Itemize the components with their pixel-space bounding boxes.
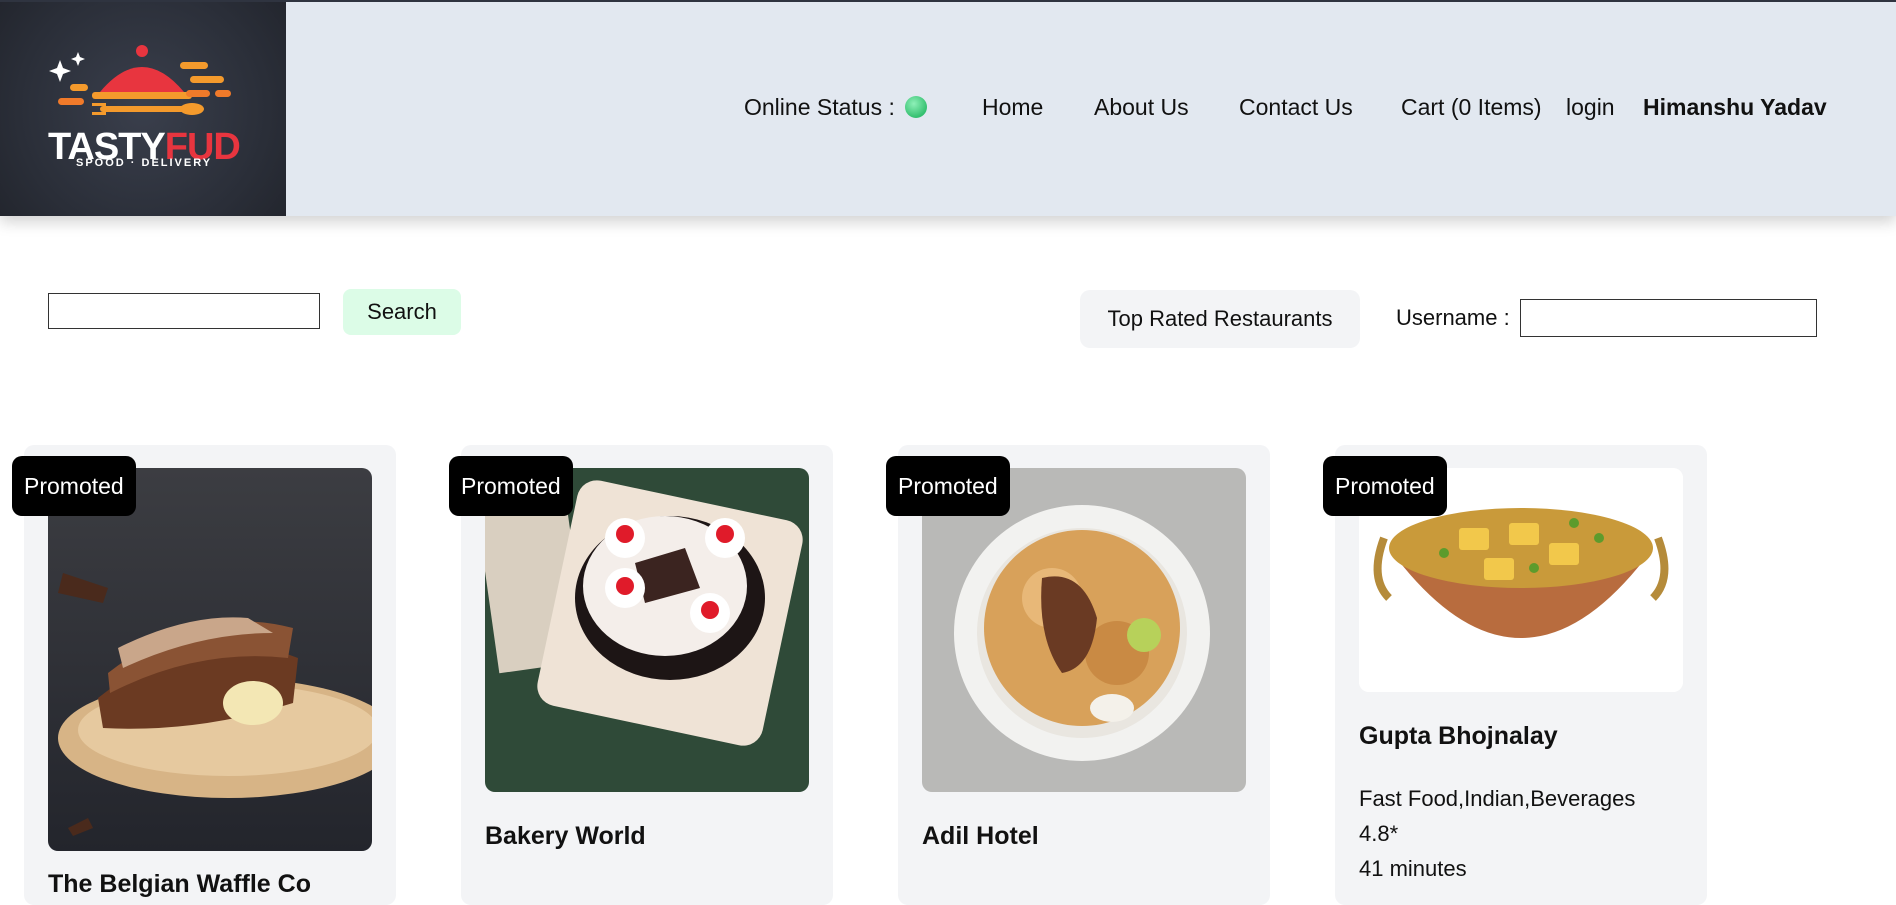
- nav-contact-link[interactable]: Contact Us: [1239, 94, 1353, 130]
- nav-login-button[interactable]: login: [1566, 94, 1615, 130]
- search-button[interactable]: Search: [343, 289, 461, 335]
- top-rated-restaurants-button[interactable]: Top Rated Restaurants: [1080, 290, 1360, 348]
- restaurant-name: Bakery World: [485, 822, 646, 850]
- biryani-plate-photo: [922, 468, 1246, 792]
- brand-tagline: SPOOD · DELIVERY: [76, 157, 213, 169]
- promoted-badge: Promoted: [886, 456, 1010, 516]
- black-forest-cake-photo: [485, 468, 809, 792]
- brand-logo[interactable]: TASTYFUD SPOOD · DELIVERY: [0, 2, 286, 216]
- nav-cart-link[interactable]: Cart (0 Items): [1401, 94, 1542, 130]
- online-status-label: Online Status :: [744, 94, 895, 120]
- restaurant-eta: 41 minutes: [1359, 856, 1467, 881]
- promoted-badge: Promoted: [1323, 456, 1447, 516]
- restaurant-cuisines: Fast Food,Indian,Beverages: [1359, 786, 1636, 811]
- username-input[interactable]: [1520, 299, 1817, 337]
- username-label: Username :: [1396, 305, 1510, 330]
- search-input[interactable]: [48, 293, 320, 329]
- nav-about-link[interactable]: About Us: [1094, 94, 1189, 130]
- user-name: Himanshu Yadav: [1643, 94, 1827, 120]
- restaurant-name: Adil Hotel: [922, 822, 1039, 850]
- online-status-dot-icon: [904, 96, 927, 118]
- promoted-badge: Promoted: [12, 456, 136, 516]
- nav-home-link[interactable]: Home: [982, 94, 1043, 130]
- restaurant-name: The Belgian Waffle Co: [48, 870, 311, 898]
- header: TASTYFUD SPOOD · DELIVERY Online Status …: [0, 0, 1896, 216]
- restaurant-name: Gupta Bhojnalay: [1359, 722, 1558, 750]
- online-status: Online Status :: [744, 94, 927, 130]
- restaurant-rating: 4.8*: [1359, 821, 1399, 846]
- promoted-badge: Promoted: [449, 456, 573, 516]
- waffle-sandwich-photo: [48, 468, 372, 851]
